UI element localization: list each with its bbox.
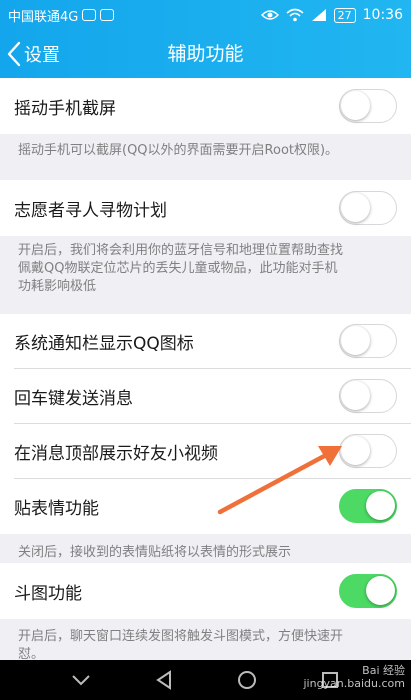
setting-volunteer-search: 志愿者寻人寻物计划 — [0, 180, 411, 236]
volunteer-search-toggle[interactable] — [339, 191, 397, 225]
setting-friend-video: 在消息顶部展示好友小视频 — [0, 424, 411, 479]
setting-label: 摇动手机截屏 — [14, 98, 116, 119]
chevron-down-icon[interactable] — [66, 665, 96, 695]
description-line: 开启后，聊天窗口连续发图将触发斗图模式，方便快速开 — [18, 629, 344, 644]
back-button[interactable]: 设置 — [6, 30, 60, 78]
setting-label: 斗图功能 — [14, 583, 82, 604]
meme-battle-toggle[interactable] — [339, 574, 397, 608]
watermark: Bai 经验 jingyan.baidu.com — [303, 664, 405, 690]
page-title: 辅助功能 — [167, 43, 244, 65]
setting-shake-screenshot: 摇动手机截屏 — [0, 78, 411, 134]
toggle-knob — [366, 491, 395, 520]
setting-description: 关闭后，接收到的表情贴纸将以表情的形式展示 — [18, 545, 292, 560]
back-label: 设置 — [24, 45, 60, 66]
toggle-knob — [341, 193, 370, 222]
app-notification-icon — [82, 9, 97, 21]
toggle-knob — [341, 436, 370, 465]
back-triangle-icon[interactable] — [149, 665, 179, 695]
status-right: 27 10:36 — [260, 7, 403, 23]
toggle-knob — [341, 91, 370, 120]
shake-screenshot-toggle[interactable] — [339, 89, 397, 123]
setting-enter-send: 回车键发送消息 — [0, 369, 411, 424]
status-bar: 中国联通4G 27 10:36 — [0, 0, 411, 30]
setting-label: 回车键发送消息 — [14, 389, 133, 409]
setting-label: 系统通知栏显示QQ图标 — [14, 334, 194, 354]
toggle-knob — [341, 381, 370, 410]
weibo-notification-icon — [100, 9, 115, 21]
setting-notification-icon: 系统通知栏显示QQ图标 — [0, 314, 411, 369]
watermark-logo-text: Bai 经验 — [362, 664, 405, 677]
toggle-knob — [341, 326, 370, 355]
friend-video-toggle[interactable] — [339, 434, 397, 468]
setting-meme-battle: 斗图功能 — [0, 563, 411, 619]
setting-sticker: 贴表情功能 — [0, 479, 411, 534]
carrier-group: 中国联通4G — [8, 6, 115, 25]
battery-indicator: 27 — [333, 7, 356, 23]
setting-label: 在消息顶部展示好友小视频 — [14, 444, 218, 464]
description-line: 开启后，我们将会利用你的蓝牙信号和地理位置帮助查找 — [18, 243, 344, 258]
setting-description: 摇动手机可以截屏(QQ以外的界面需要开启Root权限)。 — [18, 143, 339, 158]
signal-icon — [311, 9, 326, 21]
eye-icon — [260, 10, 279, 20]
setting-label: 志愿者寻人寻物计划 — [14, 200, 167, 221]
status-time: 10:36 — [362, 7, 403, 23]
wifi-icon — [286, 8, 304, 22]
setting-description: 开启后，聊天窗口连续发图将触发斗图模式，方便快速开 怼。 — [0, 628, 411, 660]
notification-icon-toggle[interactable] — [339, 324, 397, 358]
setting-description: 开启后，我们将会利用你的蓝牙信号和地理位置帮助查找 佩戴QQ物联定位芯片的丢失儿… — [0, 242, 411, 296]
watermark-url: jingyan.baidu.com — [303, 677, 405, 690]
toggle-knob — [366, 576, 395, 605]
description-line: 怼。 — [18, 647, 45, 660]
home-circle-icon[interactable] — [232, 665, 262, 695]
nav-bar: 设置 辅助功能 — [0, 30, 411, 78]
carrier-text: 中国联通4G — [8, 9, 79, 25]
sticker-toggle[interactable] — [339, 489, 397, 523]
setting-label: 贴表情功能 — [14, 499, 99, 519]
settings-list: 摇动手机截屏 摇动手机可以截屏(QQ以外的界面需要开启Root权限)。 志愿者寻… — [0, 78, 411, 660]
chevron-left-icon — [7, 41, 21, 67]
description-line: 佩戴QQ物联定位芯片的丢失儿童或物品，此功能对手机 — [18, 261, 338, 276]
enter-send-toggle[interactable] — [339, 379, 397, 413]
description-line: 功耗影响极低 — [18, 279, 97, 294]
